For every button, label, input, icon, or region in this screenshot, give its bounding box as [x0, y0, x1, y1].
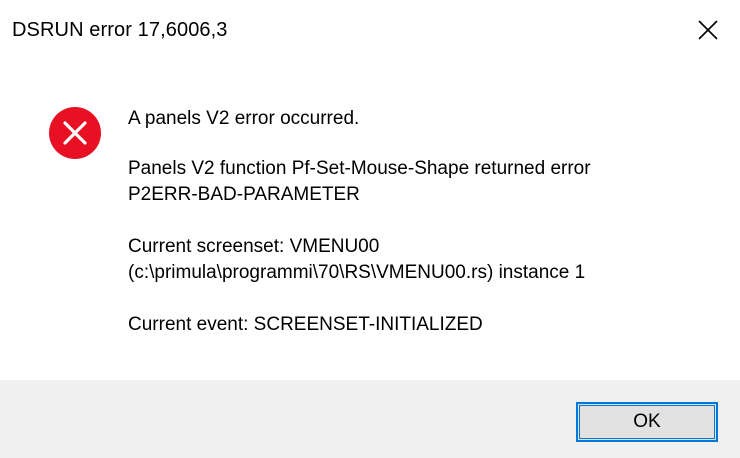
window-title: DSRUN error 17,6006,3 — [12, 19, 228, 41]
error-code-line: P2ERR-BAD-PARAMETER — [128, 184, 360, 205]
screenset-path-line: (c:\primula\programmi\70\RS\VMENU00.rs) … — [128, 262, 586, 283]
error-function-line: Panels V2 function Pf-Set-Mouse-Shape re… — [128, 158, 591, 179]
title-bar[interactable]: DSRUN error 17,6006,3 — [0, 0, 740, 62]
close-icon — [698, 20, 718, 40]
dialog-content: A panels V2 error occurred. Panels V2 fu… — [0, 62, 740, 380]
ok-button[interactable]: OK — [576, 402, 718, 442]
error-summary: A panels V2 error occurred. — [128, 108, 360, 129]
error-icon — [49, 107, 101, 159]
error-dialog: DSRUN error 17,6006,3 A panels V2 error … — [0, 0, 740, 458]
close-button[interactable] — [674, 0, 740, 62]
screenset-detail: Current screenset: VMENU00 (c:\primula\p… — [128, 234, 585, 286]
button-bar: OK — [0, 380, 740, 458]
error-function-detail: Panels V2 function Pf-Set-Mouse-Shape re… — [128, 156, 591, 208]
current-event: Current event: SCREENSET-INITIALIZED — [128, 314, 483, 335]
screenset-name-line: Current screenset: VMENU00 — [128, 236, 380, 257]
ok-button-label: OK — [633, 411, 661, 432]
